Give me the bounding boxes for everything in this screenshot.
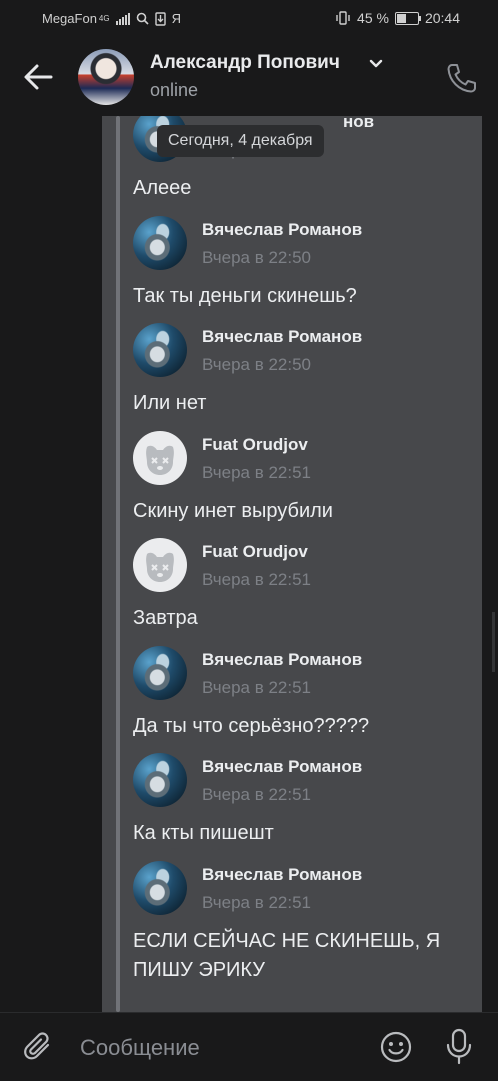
status-bar: MegaFon 4G Я 45 % 20:44 bbox=[0, 0, 498, 38]
message-text: ЕСЛИ СЕЙЧАС НЕ СКИНЕШЬ, Я ПИШУ ЭРИКУ bbox=[133, 929, 441, 981]
message-time: Вчера в 22:51 bbox=[202, 785, 312, 804]
chat-area[interactable]: новВчера в 22:49АлеееВячеслав РомановВче… bbox=[0, 116, 498, 1012]
composer bbox=[0, 1012, 498, 1081]
search-status-icon bbox=[136, 12, 149, 25]
sender-avatar[interactable] bbox=[133, 538, 187, 592]
battery-icon bbox=[394, 11, 421, 25]
deactivated-dog-icon bbox=[146, 445, 174, 475]
message-time: Вчера в 22:51 bbox=[202, 570, 312, 589]
message-text: Да ты что серьёзно????? bbox=[133, 714, 370, 737]
microphone-icon[interactable] bbox=[444, 1028, 474, 1066]
sender-avatar[interactable] bbox=[133, 430, 187, 485]
sender-name[interactable]: Вячеслав Романов bbox=[202, 757, 362, 777]
contact-name[interactable]: Александр Попович bbox=[150, 52, 340, 74]
message-input[interactable] bbox=[78, 1027, 362, 1069]
sender-avatar[interactable] bbox=[133, 860, 187, 915]
sender-avatar[interactable] bbox=[133, 323, 187, 377]
contact-avatar[interactable] bbox=[78, 49, 134, 105]
network-type-label: 4G bbox=[98, 14, 110, 23]
deactivated-dog-icon bbox=[146, 552, 174, 582]
yandex-status-icon: Я bbox=[171, 11, 181, 26]
contact-status: online bbox=[150, 80, 199, 100]
sender-name[interactable]: Вячеслав Романов bbox=[202, 865, 362, 885]
sender-avatar[interactable] bbox=[133, 645, 187, 700]
message-text: Или нет bbox=[133, 392, 207, 414]
message-text: Алеее bbox=[133, 177, 192, 199]
battery-percent: 45 % bbox=[357, 10, 389, 26]
sender-avatar[interactable] bbox=[133, 753, 187, 807]
paperclip-icon[interactable] bbox=[22, 1031, 54, 1063]
forward-quote-line bbox=[116, 116, 120, 1012]
clock: 20:44 bbox=[424, 10, 460, 26]
phone-icon[interactable] bbox=[444, 62, 478, 94]
sender-name[interactable]: Вячеслав Романов bbox=[202, 220, 362, 240]
download-status-icon bbox=[154, 11, 166, 26]
message-text: Ка кты пишешт bbox=[133, 822, 274, 844]
chat-header: Александр Попович online bbox=[0, 38, 498, 116]
message-time: Вчера в 22:51 bbox=[202, 677, 312, 697]
sender-name[interactable]: нов bbox=[343, 116, 374, 132]
signal-icon bbox=[115, 12, 130, 25]
back-arrow-icon[interactable] bbox=[22, 60, 56, 94]
message-time: Вчера в 22:50 bbox=[202, 247, 312, 267]
scrollbar[interactable] bbox=[492, 612, 495, 672]
sender-avatar[interactable] bbox=[133, 215, 187, 270]
message-text: Скину инет вырубили bbox=[133, 499, 333, 522]
message-time: Вчера в 22:51 bbox=[202, 892, 312, 912]
sender-name[interactable]: Fuat Orudjov bbox=[202, 542, 308, 562]
sender-name[interactable]: Fuat Orudjov bbox=[202, 435, 308, 455]
message-text: Так ты деньги скинешь? bbox=[133, 284, 357, 307]
vibrate-icon bbox=[336, 11, 350, 25]
date-pill: Сегодня, 4 декабря bbox=[157, 125, 324, 157]
chevron-down-icon[interactable] bbox=[369, 59, 383, 69]
message-text: Завтра bbox=[133, 607, 198, 629]
smile-icon[interactable] bbox=[379, 1030, 413, 1064]
sender-name[interactable]: Вячеслав Романов bbox=[202, 650, 362, 670]
sender-name[interactable]: Вячеслав Романов bbox=[202, 327, 362, 347]
message-time: Вчера в 22:51 bbox=[202, 462, 312, 482]
message-time: Вчера в 22:50 bbox=[202, 355, 312, 374]
carrier-label: MegaFon bbox=[42, 11, 97, 26]
